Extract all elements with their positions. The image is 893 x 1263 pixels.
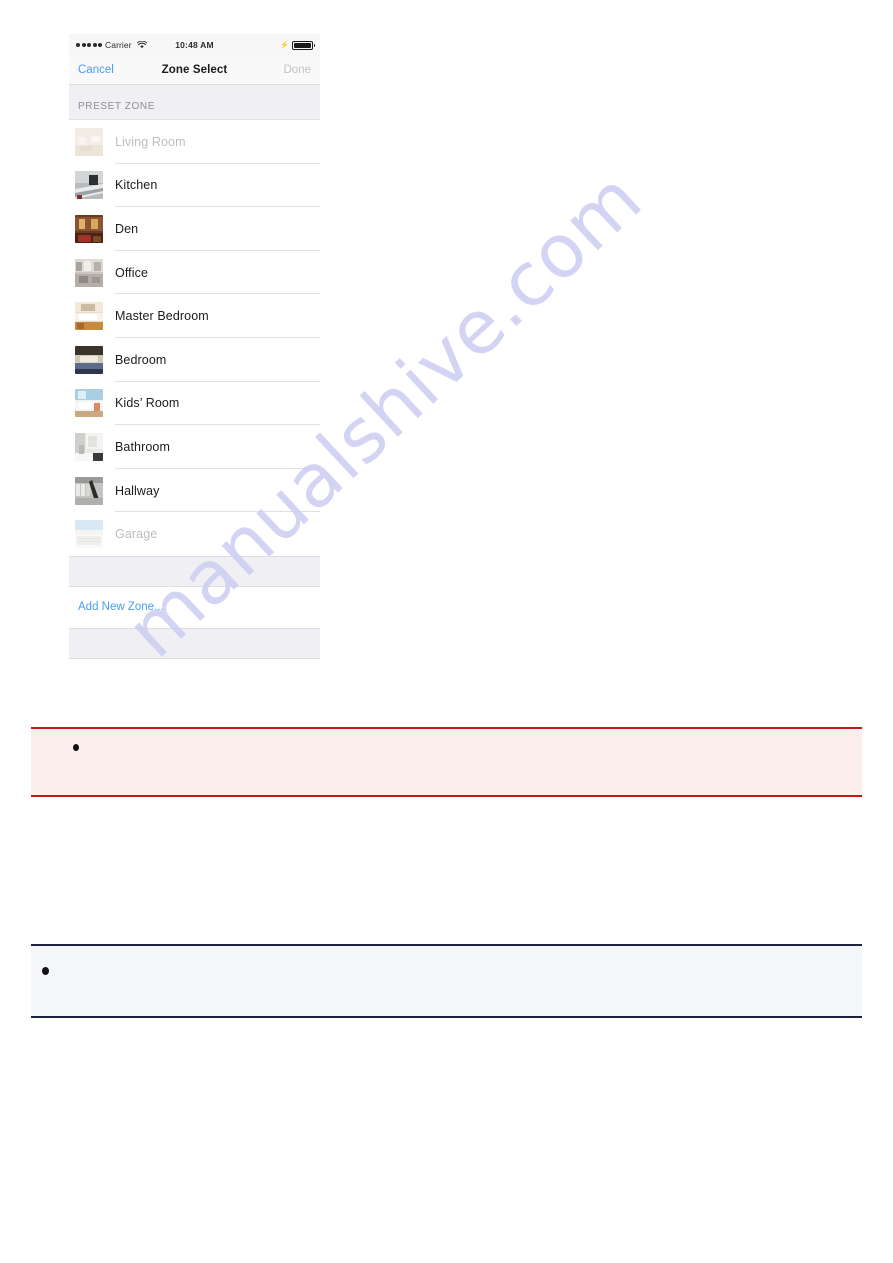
list-item[interactable]: Bathroom [69, 425, 320, 469]
list-item[interactable]: Bedroom [69, 337, 320, 382]
list-item-label: Office [115, 265, 149, 280]
bottom-section-gap [69, 627, 320, 659]
den-thumb [75, 214, 103, 243]
kitchen-thumb [75, 171, 103, 200]
bathroom-thumb [75, 432, 103, 461]
add-new-zone-button[interactable]: Add New Zone... [69, 586, 320, 628]
section-header-label: PRESET ZONE [78, 101, 155, 112]
add-new-zone-label: Add New Zone... [78, 601, 164, 614]
list-item[interactable]: Den [69, 207, 320, 251]
page-title: Zone Select [161, 64, 228, 76]
living-room-thumb [75, 127, 103, 156]
warning-note [31, 727, 862, 797]
bullet-icon [42, 967, 49, 975]
hallway-thumb [75, 476, 103, 505]
list-item-label: Garage [115, 527, 158, 542]
list-item[interactable]: Master Bedroom [69, 294, 320, 338]
done-button[interactable]: Done [284, 64, 312, 76]
phone-screenshot: Carrier 10:48 AM ⚡ Cancel Zone Select Do… [69, 34, 320, 682]
navigation-bar: Cancel Zone Select Done [69, 56, 320, 85]
list-item[interactable]: Garage [69, 512, 320, 556]
list-item[interactable]: Living Room [69, 120, 320, 164]
list-item-label: Bedroom [115, 352, 167, 367]
list-item[interactable]: Office [69, 250, 320, 295]
list-item[interactable]: Hallway [69, 468, 320, 513]
list-item-label: Kitchen [115, 178, 158, 193]
ios-status-bar: Carrier 10:48 AM ⚡ [69, 34, 320, 56]
list-item-label: Den [115, 221, 139, 236]
bolt-icon: ⚡ [280, 42, 289, 49]
list-item-label: Living Room [115, 134, 186, 149]
garage-thumb [75, 520, 103, 549]
zone-list: PRESET ZONE Living Room Kitchen Den Offi… [69, 85, 320, 659]
kids-room-thumb [75, 389, 103, 418]
info-note [31, 944, 862, 1018]
list-item[interactable]: Kids’ Room [69, 381, 320, 426]
bullet-icon [73, 744, 79, 751]
status-bar-right-cluster: ⚡ [280, 40, 315, 50]
section-gap [69, 555, 320, 587]
bedroom-thumb [75, 345, 103, 374]
section-header-preset-zone: PRESET ZONE [69, 85, 320, 120]
battery-icon [292, 40, 315, 50]
list-item-label: Hallway [115, 483, 160, 498]
master-bedroom-thumb [75, 302, 103, 331]
list-item-label: Kids’ Room [115, 396, 180, 411]
list-item-label: Bathroom [115, 439, 170, 454]
list-item-label: Master Bedroom [115, 309, 209, 324]
office-thumb [75, 258, 103, 287]
list-item[interactable]: Kitchen [69, 163, 320, 208]
